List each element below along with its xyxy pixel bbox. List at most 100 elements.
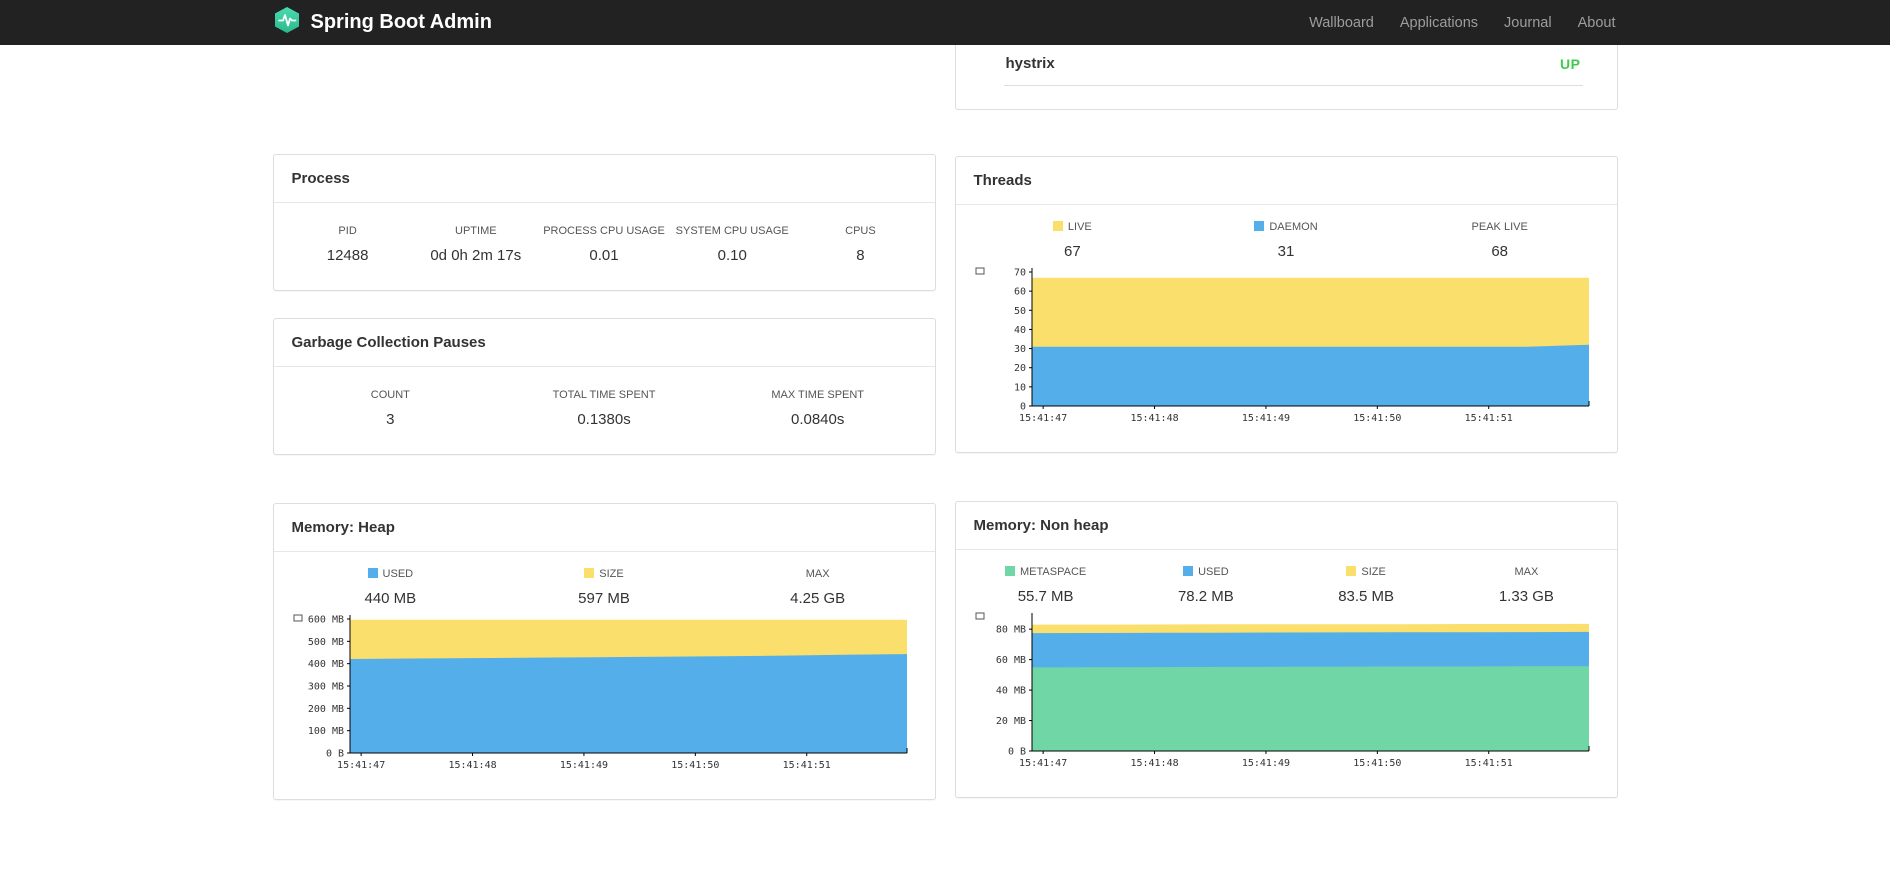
svg-text:15:41:48: 15:41:48 <box>448 760 496 771</box>
right-column: hystrix UP Threads LIVE 67 DAEMON 31 PEA… <box>954 45 1618 798</box>
svg-text:300 MB: 300 MB <box>307 682 343 693</box>
legend-heap-max: MAX 4.25 GB <box>711 568 925 607</box>
svg-text:15:41:49: 15:41:49 <box>1241 758 1289 769</box>
legend-label-text: USED <box>1198 566 1229 578</box>
left-column: Process PID 12488 UPTIME 0d 0h 2m 17s PR… <box>272 45 936 800</box>
metric-value: 3 <box>386 411 395 428</box>
svg-text:15:41:48: 15:41:48 <box>1130 758 1178 769</box>
status-badge: UP <box>1560 55 1581 72</box>
legend-label: USED <box>1126 566 1286 578</box>
legend-value: 83.5 MB <box>1338 588 1395 605</box>
metric-value: 12488 <box>326 247 369 264</box>
metric-label: TOTAL TIME SPENT <box>552 389 656 401</box>
metric-label: UPTIME <box>455 225 497 237</box>
svg-text:40: 40 <box>1013 325 1025 336</box>
legend-value: 55.7 MB <box>1017 588 1074 605</box>
svg-text:15:41:50: 15:41:50 <box>671 760 719 771</box>
brand[interactable]: Spring Boot Admin <box>273 6 492 40</box>
legend-nonheap-size: SIZE 83.5 MB <box>1286 566 1446 605</box>
legend-nonheap-metaspace: METASPACE 55.7 MB <box>966 566 1126 605</box>
legend-label: SIZE <box>1286 566 1446 578</box>
metric-gc-total-time: TOTAL TIME SPENT 0.1380s <box>497 389 711 428</box>
brand-title: Spring Boot Admin <box>310 11 492 33</box>
threads-legend: LIVE 67 DAEMON 31 PEAK LIVE 68 <box>956 205 1617 262</box>
process-panel: Process PID 12488 UPTIME 0d 0h 2m 17s PR… <box>272 154 936 291</box>
svg-text:80 MB: 80 MB <box>995 625 1025 636</box>
legend-nonheap-max: MAX 1.33 GB <box>1446 566 1606 605</box>
metric-gc-count: COUNT 3 <box>284 389 498 428</box>
metric-value: 0.0840s <box>790 411 845 428</box>
metric-uptime: UPTIME 0d 0h 2m 17s <box>412 225 540 264</box>
nav-item-applications[interactable]: Applications <box>1387 0 1491 45</box>
legend-label: LIVE <box>966 221 1180 233</box>
svg-text:100 MB: 100 MB <box>307 726 343 737</box>
legend-label-text: DAEMON <box>1269 221 1318 233</box>
legend-label: MAX <box>711 568 925 580</box>
svg-text:0 B: 0 B <box>1007 747 1025 758</box>
metric-value: 0d 0h 2m 17s <box>430 247 522 264</box>
process-panel-title: Process <box>273 155 935 203</box>
size-swatch <box>584 568 595 578</box>
svg-text:15:41:49: 15:41:49 <box>1241 413 1289 424</box>
threads-panel: Threads LIVE 67 DAEMON 31 PEAK LIVE 68 0… <box>954 156 1618 453</box>
legend-label: DAEMON <box>1179 221 1393 233</box>
svg-text:20: 20 <box>1013 363 1025 374</box>
metric-label: MAX TIME SPENT <box>771 389 865 401</box>
legend-heap-size: SIZE 597 MB <box>497 568 711 607</box>
svg-text:15:41:48: 15:41:48 <box>1130 413 1178 424</box>
metric-value: 8 <box>856 247 865 264</box>
nav-item-journal[interactable]: Journal <box>1491 0 1565 45</box>
legend-value: 68 <box>1491 243 1509 260</box>
svg-text:50: 50 <box>1013 306 1025 317</box>
heap-panel-title: Memory: Heap <box>273 504 935 552</box>
metaspace-swatch <box>1005 566 1016 576</box>
legend-heap-used: USED 440 MB <box>284 568 498 607</box>
live-swatch <box>1052 221 1063 231</box>
main-content: Process PID 12488 UPTIME 0d 0h 2m 17s PR… <box>272 45 1618 800</box>
svg-text:15:41:50: 15:41:50 <box>1353 413 1401 424</box>
nav-item-about[interactable]: About <box>1565 0 1618 45</box>
svg-text:15:41:51: 15:41:51 <box>1464 413 1512 424</box>
legend-value: 440 MB <box>364 590 417 607</box>
legend-value: 78.2 MB <box>1177 588 1234 605</box>
legend-label: METASPACE <box>966 566 1126 578</box>
main-nav: Wallboard Applications Journal About <box>1296 0 1617 45</box>
health-panel-padding <box>956 86 1617 109</box>
legend-label: PEAK LIVE <box>1393 221 1607 233</box>
metric-gc-max-time: MAX TIME SPENT 0.0840s <box>711 389 925 428</box>
process-metrics: PID 12488 UPTIME 0d 0h 2m 17s PROCESS CP… <box>274 203 935 290</box>
legend-threads-daemon: DAEMON 31 <box>1179 221 1393 260</box>
svg-text:70: 70 <box>1013 268 1025 279</box>
svg-text:15:41:51: 15:41:51 <box>1464 758 1512 769</box>
metric-system-cpu-usage: SYSTEM CPU USAGE 0.10 <box>668 225 796 264</box>
svg-text:15:41:51: 15:41:51 <box>782 760 830 771</box>
health-panel: hystrix UP <box>954 45 1618 110</box>
legend-value: 597 MB <box>578 590 630 607</box>
metric-value: 0.1380s <box>577 411 631 428</box>
health-service-name[interactable]: hystrix <box>1006 55 1055 72</box>
legend-label: USED <box>284 568 498 580</box>
svg-text:15:41:49: 15:41:49 <box>559 760 607 771</box>
svg-text:60: 60 <box>1013 287 1025 298</box>
metric-label: COUNT <box>370 389 410 401</box>
legend-threads-live: LIVE 67 <box>966 221 1180 260</box>
used-swatch <box>1183 566 1194 576</box>
nav-item-wallboard[interactable]: Wallboard <box>1296 0 1387 45</box>
size-swatch <box>1346 566 1357 576</box>
nonheap-panel-title: Memory: Non heap <box>955 502 1617 550</box>
nonheap-memory-chart: 0 B 20 MB 40 MB 60 MB 80 MB 15:41:47 15:41:48 1… <box>956 607 1617 797</box>
legend-threads-peak-live: PEAK LIVE 68 <box>1393 221 1607 260</box>
gc-panel: Garbage Collection Pauses COUNT 3 TOTAL … <box>272 318 936 455</box>
heap-panel: Memory: Heap USED 440 MB SIZE 597 MB MAX… <box>272 503 936 800</box>
svg-text:60 MB: 60 MB <box>995 655 1025 666</box>
legend-value: 67 <box>1063 243 1081 260</box>
health-row-hystrix[interactable]: hystrix UP <box>1003 45 1583 86</box>
metric-process-cpu-usage: PROCESS CPU USAGE 0.01 <box>540 225 668 264</box>
threads-chart: 0 10 20 30 40 50 60 70 15:41:47 15:41:48 15:41:49 1… <box>956 262 1617 452</box>
svg-text:500 MB: 500 MB <box>307 637 343 648</box>
metric-value: 0.10 <box>717 247 747 264</box>
legend-label-text: MAX <box>1514 566 1539 578</box>
legend-label-text: SIZE <box>599 568 624 580</box>
svg-text:600 MB: 600 MB <box>307 615 343 626</box>
svg-text:10: 10 <box>1013 382 1025 393</box>
